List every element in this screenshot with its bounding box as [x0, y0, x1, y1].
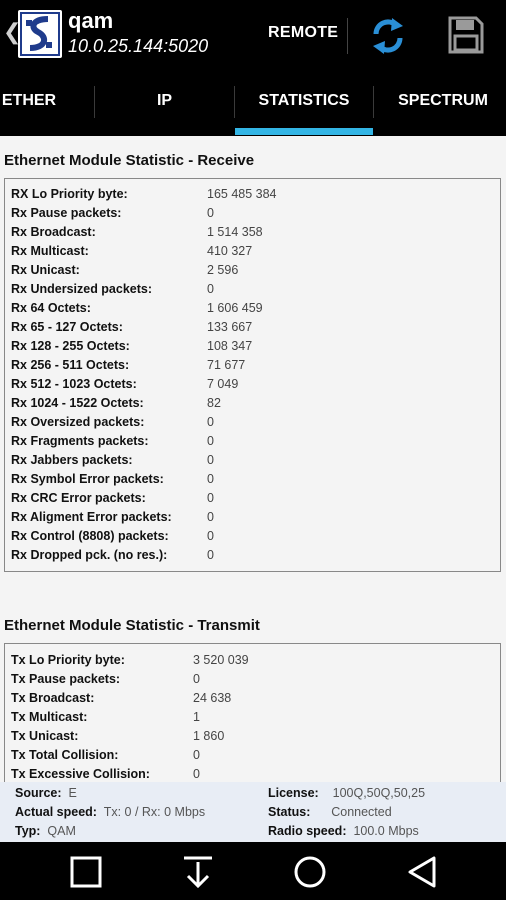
download-icon[interactable]	[180, 854, 216, 890]
license-info: License: 100Q,50Q,50,25	[268, 786, 426, 800]
stat-value: 0	[207, 206, 214, 220]
app-title: qam	[68, 8, 114, 33]
stat-value: 0	[207, 453, 214, 467]
remote-button[interactable]: REMOTE	[268, 24, 338, 42]
transmit-section-title: Ethernet Module Statistic - Transmit	[4, 617, 260, 634]
stat-label: Tx Unicast:	[11, 729, 79, 743]
connection-info-bar: Source: E Actual speed: Tx: 0 / Rx: 0 Mb…	[0, 782, 506, 842]
stat-label: Rx CRC Error packets:	[11, 491, 146, 505]
app-logo[interactable]	[18, 10, 62, 58]
stat-label: Tx Multicast:	[11, 710, 88, 724]
tab-bar: ETHER IP STATISTICS SPECTRUM	[0, 72, 506, 136]
stat-label: Tx Total Collision:	[11, 748, 119, 762]
active-tab-indicator	[235, 128, 373, 135]
stat-value: 0	[193, 748, 200, 762]
stat-value: 71 677	[207, 358, 246, 372]
source-info: Source: E	[15, 786, 77, 800]
system-nav-bar	[0, 842, 506, 900]
stat-label: Rx Multicast:	[11, 244, 89, 258]
stat-value: 0	[207, 491, 214, 505]
stat-value: 410 327	[207, 244, 253, 258]
app-bar: ❮ qam 10.0.25.144:5020 REMOTE	[0, 0, 506, 72]
stat-value: 133 667	[207, 320, 253, 334]
stat-label: Rx 1024 - 1522 Octets:	[11, 396, 144, 410]
tab-ip[interactable]: IP	[95, 72, 234, 132]
refresh-icon[interactable]	[370, 16, 406, 56]
device-address: 10.0.25.144:5020	[68, 36, 209, 56]
stat-value: 1 860	[193, 729, 225, 743]
tab-ether[interactable]: ETHER	[0, 72, 70, 132]
stat-label: Rx 65 - 127 Octets:	[11, 320, 123, 334]
stat-value: 3 520 039	[193, 653, 249, 667]
stat-label: Rx Broadcast:	[11, 225, 96, 239]
stat-label: Rx Pause packets:	[11, 206, 122, 220]
stat-value: 1 606 459	[207, 301, 263, 315]
stat-value: 165 485 384	[207, 187, 277, 201]
stat-value: 0	[193, 672, 200, 686]
stat-label: Tx Broadcast:	[11, 691, 95, 705]
stat-value: 1 514 358	[207, 225, 263, 239]
stat-label: Tx Lo Priority byte:	[11, 653, 125, 667]
stat-label: Rx Symbol Error packets:	[11, 472, 164, 486]
transmit-panel: Tx Lo Priority byte: 3 520 039 Tx Pause pa…	[4, 643, 501, 783]
stat-label: Rx 512 - 1023 Octets:	[11, 377, 137, 391]
stat-label: RX Lo Priority byte:	[11, 187, 128, 201]
stat-value: 2 596	[207, 263, 239, 277]
stat-label: Rx Control (8808) packets:	[11, 529, 169, 543]
recent-apps-icon[interactable]	[68, 854, 104, 890]
stat-value: 82	[207, 396, 221, 410]
stat-value: 24 638	[193, 691, 232, 705]
stat-value: 0	[207, 282, 214, 296]
stat-value: 7 049	[207, 377, 239, 391]
stat-value: 108 347	[207, 339, 253, 353]
toolbar-divider	[347, 18, 348, 54]
stat-label: Rx 128 - 255 Octets:	[11, 339, 130, 353]
receive-panel: RX Lo Priority byte: 165 485 384 Rx Pause …	[4, 178, 501, 572]
stat-label: Rx Oversized packets:	[11, 415, 145, 429]
home-icon[interactable]	[292, 854, 328, 890]
stat-value: 0	[207, 472, 214, 486]
stat-label: Rx Unicast:	[11, 263, 80, 277]
stat-value: 0	[207, 529, 214, 543]
tab-statistics[interactable]: STATISTICS	[235, 72, 373, 132]
stat-label: Rx Dropped pck. (no res.):	[11, 548, 168, 562]
stat-label: Tx Pause packets:	[11, 672, 121, 686]
tab-spectrum[interactable]: SPECTRUM	[374, 72, 506, 132]
stat-label: Rx 256 - 511 Octets:	[11, 358, 130, 372]
type-info: Typ: QAM	[15, 824, 76, 838]
stat-value: 0	[207, 434, 214, 448]
save-icon[interactable]	[448, 16, 484, 54]
radio-speed-info: Radio speed: 100.0 Mbps	[268, 824, 419, 838]
stat-value: 1	[193, 710, 200, 724]
stat-label: Rx 64 Octets:	[11, 301, 91, 315]
stat-value: 0	[207, 510, 214, 524]
stat-label: Rx Undersized packets:	[11, 282, 153, 296]
status-info: Status: Connected	[268, 805, 392, 819]
stat-label: Rx Fragments packets:	[11, 434, 149, 448]
stat-value: 0	[207, 415, 214, 429]
actual-speed-info: Actual speed: Tx: 0 / Rx: 0 Mbps	[15, 805, 206, 819]
receive-section-title: Ethernet Module Statistic - Receive	[4, 152, 255, 169]
stat-value: 0	[207, 548, 214, 562]
stat-label: Rx Aligment Error packets:	[11, 510, 172, 524]
stat-label: Rx Jabbers packets:	[11, 453, 133, 467]
back-triangle-icon[interactable]	[404, 854, 440, 890]
